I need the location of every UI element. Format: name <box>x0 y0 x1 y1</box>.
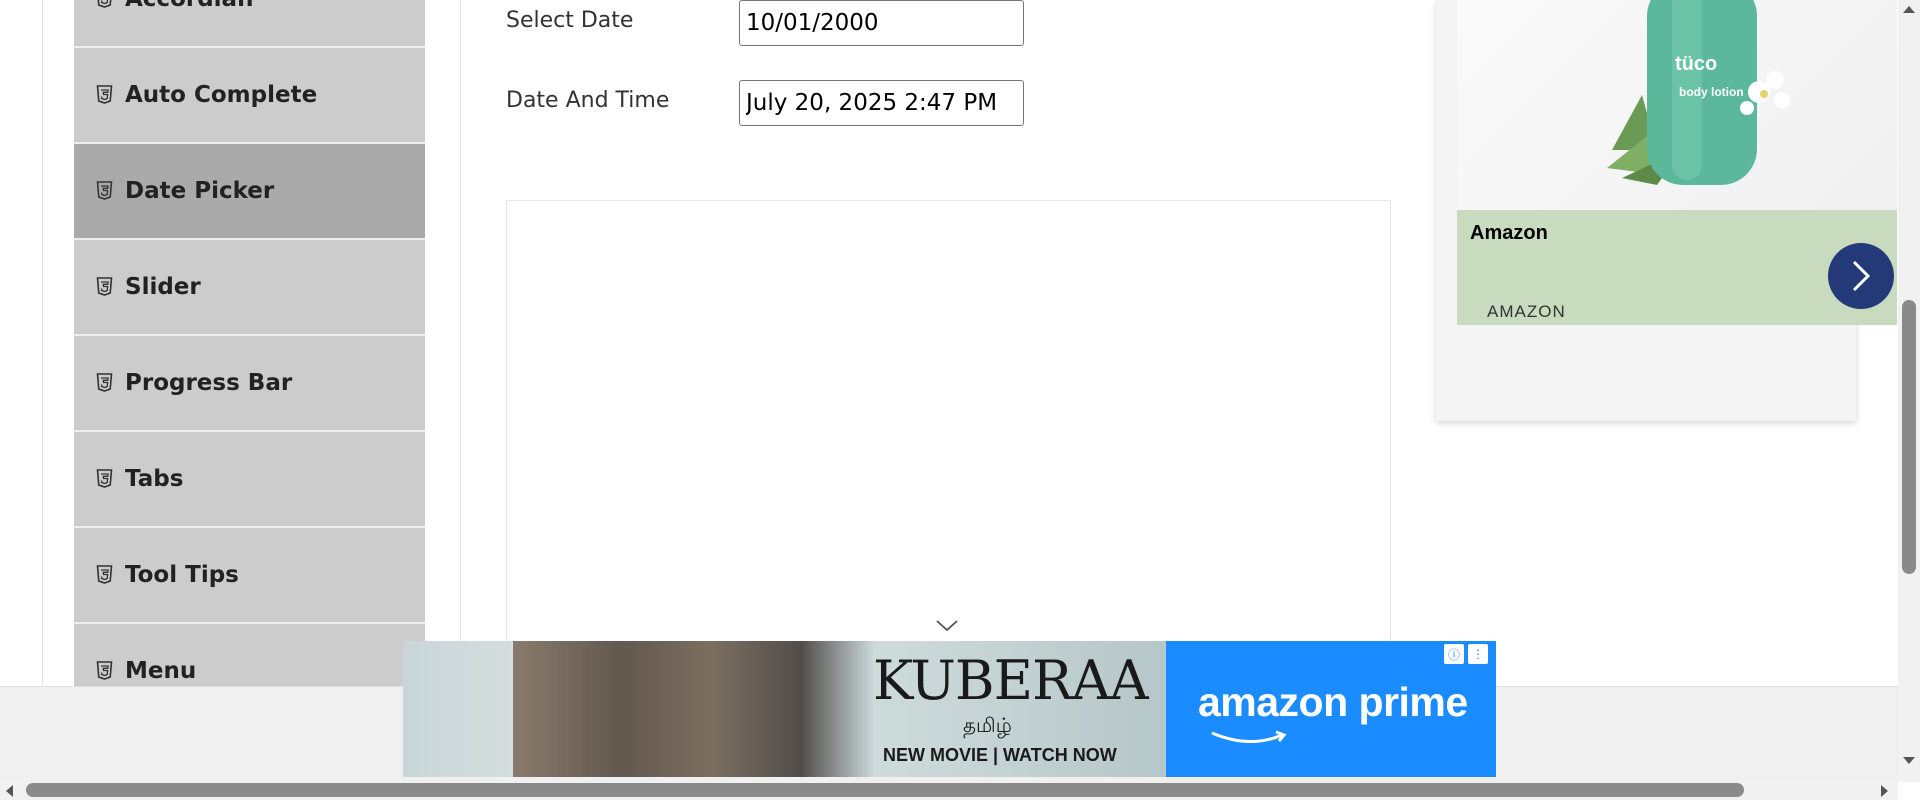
scroll-right-icon[interactable] <box>1880 784 1890 798</box>
scroll-down-icon[interactable] <box>1902 756 1916 766</box>
ad-choices: ⓘ ⋮ <box>1444 644 1488 664</box>
movie-ad: KUBERAA தமிழ் NEW MOVIE | WATCH NOW <box>403 641 1166 777</box>
sidebar-item-tabs[interactable]: Tabs <box>74 431 425 527</box>
lotion-bottle-image: tüco body lotion <box>1607 0 1790 185</box>
left-divider <box>42 0 43 686</box>
sidebar-item-label: Progress Bar <box>125 370 293 396</box>
vertical-scroll-thumb[interactable] <box>1902 300 1916 574</box>
horizontal-scroll-thumb[interactable] <box>26 783 1744 797</box>
movie-language: தமிழ் <box>963 713 1012 737</box>
sidebar-item-label: Menu <box>125 658 197 684</box>
html5-icon <box>96 277 113 297</box>
side-ad-arrow-button[interactable] <box>1828 243 1894 309</box>
sidebar-item-label: Tool Tips <box>125 562 239 588</box>
html5-icon <box>96 565 113 585</box>
html5-icon <box>96 85 113 105</box>
chevron-right-icon <box>1852 260 1871 292</box>
date-time-row: Date And Time <box>506 80 1024 126</box>
bottom-ad-banner[interactable]: KUBERAA தமிழ் NEW MOVIE | WATCH NOW amaz… <box>403 641 1496 777</box>
html5-icon <box>96 181 113 201</box>
sidebar-item-label: Auto Complete <box>125 82 318 108</box>
sidebar-item-progress-bar[interactable]: Progress Bar <box>74 335 425 431</box>
sidebar-item-label: Date Picker <box>125 178 275 204</box>
date-time-label: Date And Time <box>506 87 670 113</box>
html5-icon <box>96 373 113 393</box>
side-ad-brand: AMAZON <box>1487 302 1566 321</box>
side-ad-info: Amazon AMAZON <box>1457 210 1897 325</box>
sidebar-item-auto-complete[interactable]: Auto Complete <box>74 47 425 143</box>
select-date-label: Select Date <box>506 7 634 33</box>
sidebar-item-date-picker[interactable]: Date Picker <box>74 143 425 239</box>
movie-cast-image <box>513 641 873 777</box>
side-ad-card[interactable]: tüco body lotion Amazon AMAZON <box>1457 0 1897 325</box>
sidebar-item-label: Accordian <box>125 0 253 12</box>
content-divider <box>460 0 461 686</box>
side-ad-title: Amazon <box>1470 222 1548 244</box>
more-vertical-icon[interactable]: ⋮ <box>1468 644 1488 664</box>
html5-icon <box>96 661 113 681</box>
product-sub-text: body lotion <box>1679 85 1744 99</box>
prime-ad: amazon prime ⓘ ⋮ <box>1166 641 1496 777</box>
chevron-down-icon[interactable] <box>935 619 959 633</box>
sidebar-item-label: Slider <box>125 274 201 300</box>
scroll-up-icon[interactable] <box>1902 4 1916 14</box>
date-time-input[interactable] <box>739 80 1024 126</box>
sidebar: Accordian Auto Complete Date Picker Slid… <box>74 0 425 719</box>
product-brand-text: tüco <box>1675 53 1717 75</box>
page: Accordian Auto Complete Date Picker Slid… <box>0 0 1920 800</box>
sidebar-item-accordian[interactable]: Accordian <box>74 0 425 47</box>
select-date-row: Select Date <box>506 0 1024 46</box>
html5-icon <box>96 0 113 9</box>
movie-title: KUBERAA <box>873 649 1149 712</box>
info-icon[interactable]: ⓘ <box>1444 644 1464 664</box>
product-image: tüco body lotion <box>1457 0 1897 210</box>
sidebar-item-label: Tabs <box>125 466 184 492</box>
sidebar-item-tool-tips[interactable]: Tool Tips <box>74 527 425 623</box>
ad-placeholder-box <box>506 200 1391 680</box>
sidebar-item-slider[interactable]: Slider <box>74 239 425 335</box>
movie-cta: NEW MOVIE | WATCH NOW <box>883 745 1117 765</box>
html5-icon <box>96 469 113 489</box>
select-date-input[interactable] <box>739 0 1024 46</box>
prime-logo-text: amazon prime <box>1198 679 1468 725</box>
amazon-smile-icon <box>1211 730 1287 744</box>
scroll-left-icon[interactable] <box>4 784 14 798</box>
